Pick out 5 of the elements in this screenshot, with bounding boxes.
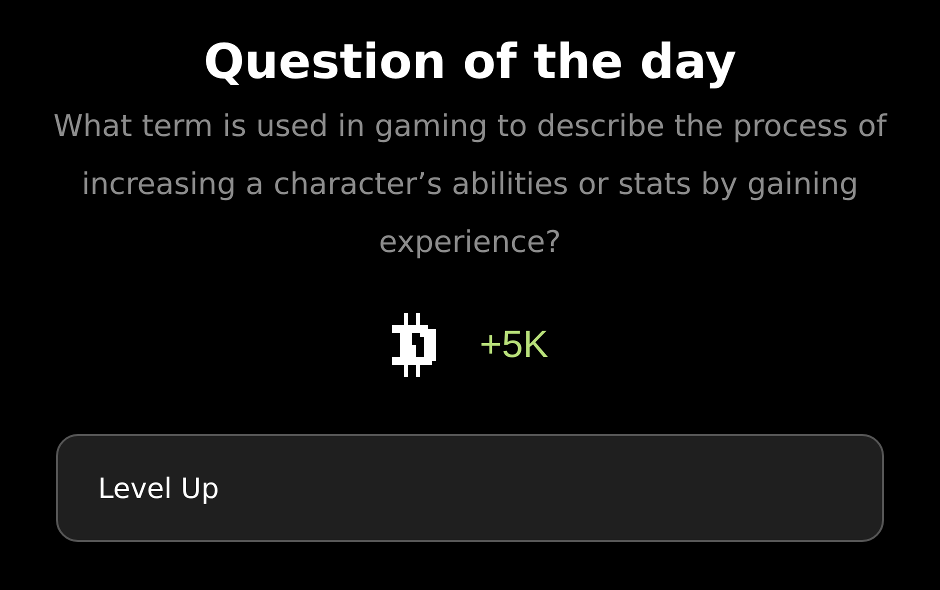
reward-amount: +5K (480, 322, 548, 368)
title: Question of the day (204, 33, 736, 92)
question-text: What term is used in gaming to describe the process of increasing a character’s abilities or stats by gaining experience? (52, 108, 888, 262)
coin-icon (392, 312, 436, 378)
answer-field[interactable]: Level Up (56, 434, 884, 542)
